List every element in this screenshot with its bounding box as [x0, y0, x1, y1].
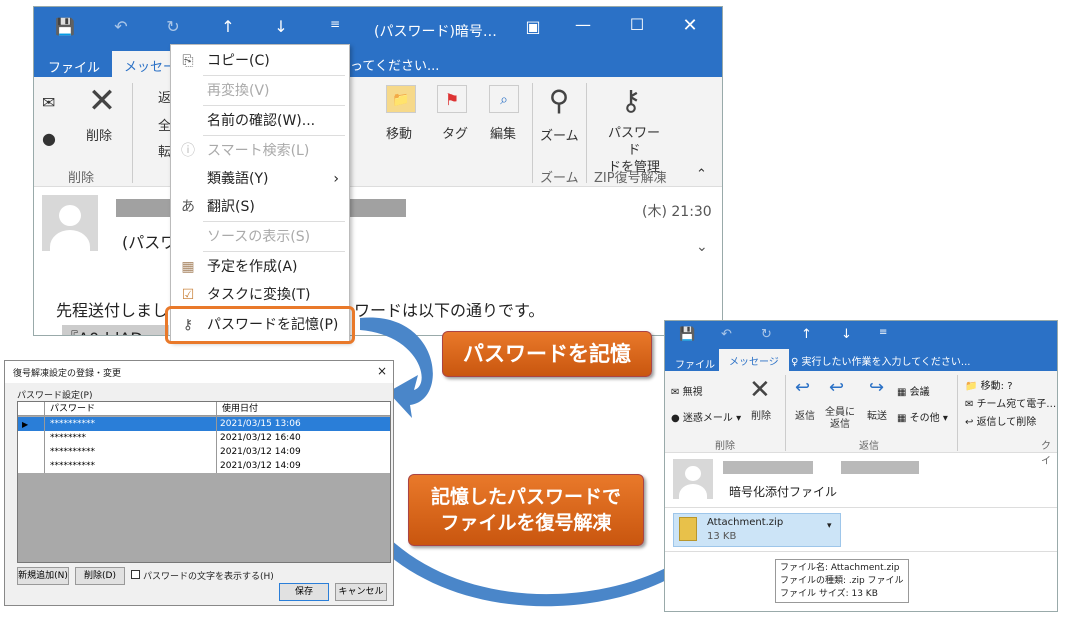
- add-new-button[interactable]: 新規追加(N): [17, 567, 69, 585]
- second-sender-redacted: [723, 461, 813, 474]
- table-row-4-password[interactable]: **********: [50, 460, 95, 473]
- other-button[interactable]: ▦ その他 ▾: [897, 409, 948, 424]
- tooltip-size: ファイル サイズ: 13 KB: [780, 589, 878, 599]
- callout-decrypt-line1: 記憶したパスワードで: [430, 486, 621, 508]
- second-group-quick: クイ: [1041, 441, 1051, 467]
- tooltip-name: ファイル名: Attachment.zip: [780, 563, 900, 573]
- dialog-title: 復号解凍設定の登録・変更: [13, 369, 122, 379]
- second-group-reply: 返信: [859, 441, 879, 452]
- callout-decrypt-line2: ファイルを復号解凍: [440, 512, 612, 534]
- reply-all-button[interactable]: 全員に 返信: [825, 407, 855, 431]
- second-sender-avatar: [673, 459, 713, 499]
- second-delete-button[interactable]: 削除: [751, 407, 771, 422]
- second-undo-icon[interactable]: ↶: [721, 327, 732, 342]
- table-row-1-password[interactable]: **********: [50, 418, 95, 431]
- second-window: 💾 ↶ ↻ ↑ ↓ ≡ ファイル メッセージ ♀ 実行したい作業を入力してくださ…: [664, 320, 1058, 612]
- table-row-4-date[interactable]: 2021/03/12 14:09: [220, 460, 301, 473]
- forward-icon[interactable]: ↪: [869, 377, 884, 398]
- second-down-icon[interactable]: ↓: [841, 327, 852, 342]
- delete-button[interactable]: 削除(D): [75, 567, 125, 585]
- attachment-tooltip: ファイル名: Attachment.zip ファイルの種類: .zip ファイル…: [775, 559, 909, 603]
- quick-team[interactable]: ✉ チーム宛て電子…: [965, 395, 1056, 410]
- table-row-3-date[interactable]: 2021/03/12 14:09: [220, 446, 301, 459]
- quick-move-to[interactable]: 📁 移動: ?: [965, 377, 1013, 392]
- second-delete-icon[interactable]: ✕: [749, 375, 771, 405]
- callout-remember: パスワードを記憶: [442, 331, 652, 377]
- attachment-name: Attachment.zip: [707, 517, 784, 528]
- reply-all-icon[interactable]: ↩: [829, 377, 844, 398]
- save-button[interactable]: 保存: [279, 583, 329, 601]
- second-subject: 暗号化添付ファイル: [729, 485, 838, 499]
- attachment-size: 13 KB: [707, 531, 737, 542]
- ignore-button[interactable]: ✉ 無視: [671, 383, 703, 398]
- header-date: 使用日付: [222, 404, 259, 414]
- dialog-close-button[interactable]: ×: [377, 364, 387, 378]
- show-password-checkbox[interactable]: [131, 570, 140, 579]
- zip-file-icon: [679, 517, 697, 541]
- second-recipient-redacted: [841, 461, 919, 474]
- attachment-dropdown-icon[interactable]: ▾: [827, 521, 832, 531]
- tooltip-type: ファイルの種類: .zip ファイル: [780, 576, 904, 586]
- second-group-delete: 削除: [715, 441, 735, 452]
- second-customize-icon[interactable]: ≡: [879, 327, 887, 338]
- table-row-1-date[interactable]: 2021/03/15 13:06: [220, 418, 301, 431]
- table-row-2-password[interactable]: ********: [50, 432, 86, 445]
- quick-reply-delete[interactable]: ↩ 返信して削除: [965, 413, 1036, 428]
- junk-button[interactable]: ● 迷惑メール ▾: [671, 409, 741, 424]
- second-redo-icon[interactable]: ↻: [761, 327, 772, 342]
- decrypt-settings-dialog: 復号解凍設定の登録・変更 × パスワード設定(P) パスワード 使用日付 ▶ *…: [4, 360, 394, 606]
- table-row-2-date[interactable]: 2021/03/12 16:40: [220, 432, 301, 445]
- cancel-button[interactable]: キャンセル: [335, 583, 387, 601]
- reply-button[interactable]: 返信: [795, 407, 815, 422]
- password-grid: パスワード 使用日付 ▶ ********** 2021/03/15 13:06…: [17, 401, 391, 563]
- show-password-label: パスワードの文字を表示する(H): [143, 572, 274, 582]
- second-tab-message[interactable]: メッセージ: [719, 349, 789, 371]
- callout-decrypt: 記憶したパスワードで ファイルを復号解凍: [408, 474, 644, 546]
- reply-icon[interactable]: ↩: [795, 377, 810, 398]
- meeting-button[interactable]: ▦ 会議: [897, 383, 930, 398]
- row-pointer-icon: ▶: [22, 420, 29, 429]
- password-settings-label: パスワード設定(P): [17, 391, 93, 401]
- second-save-icon[interactable]: 💾: [679, 327, 695, 342]
- second-tell-me[interactable]: ♀ 実行したい作業を入力してください...: [791, 353, 970, 368]
- forward-button[interactable]: 転送: [867, 407, 887, 422]
- second-up-icon[interactable]: ↑: [801, 327, 812, 342]
- table-row-3-password[interactable]: **********: [50, 446, 95, 459]
- header-password: パスワード: [50, 404, 96, 414]
